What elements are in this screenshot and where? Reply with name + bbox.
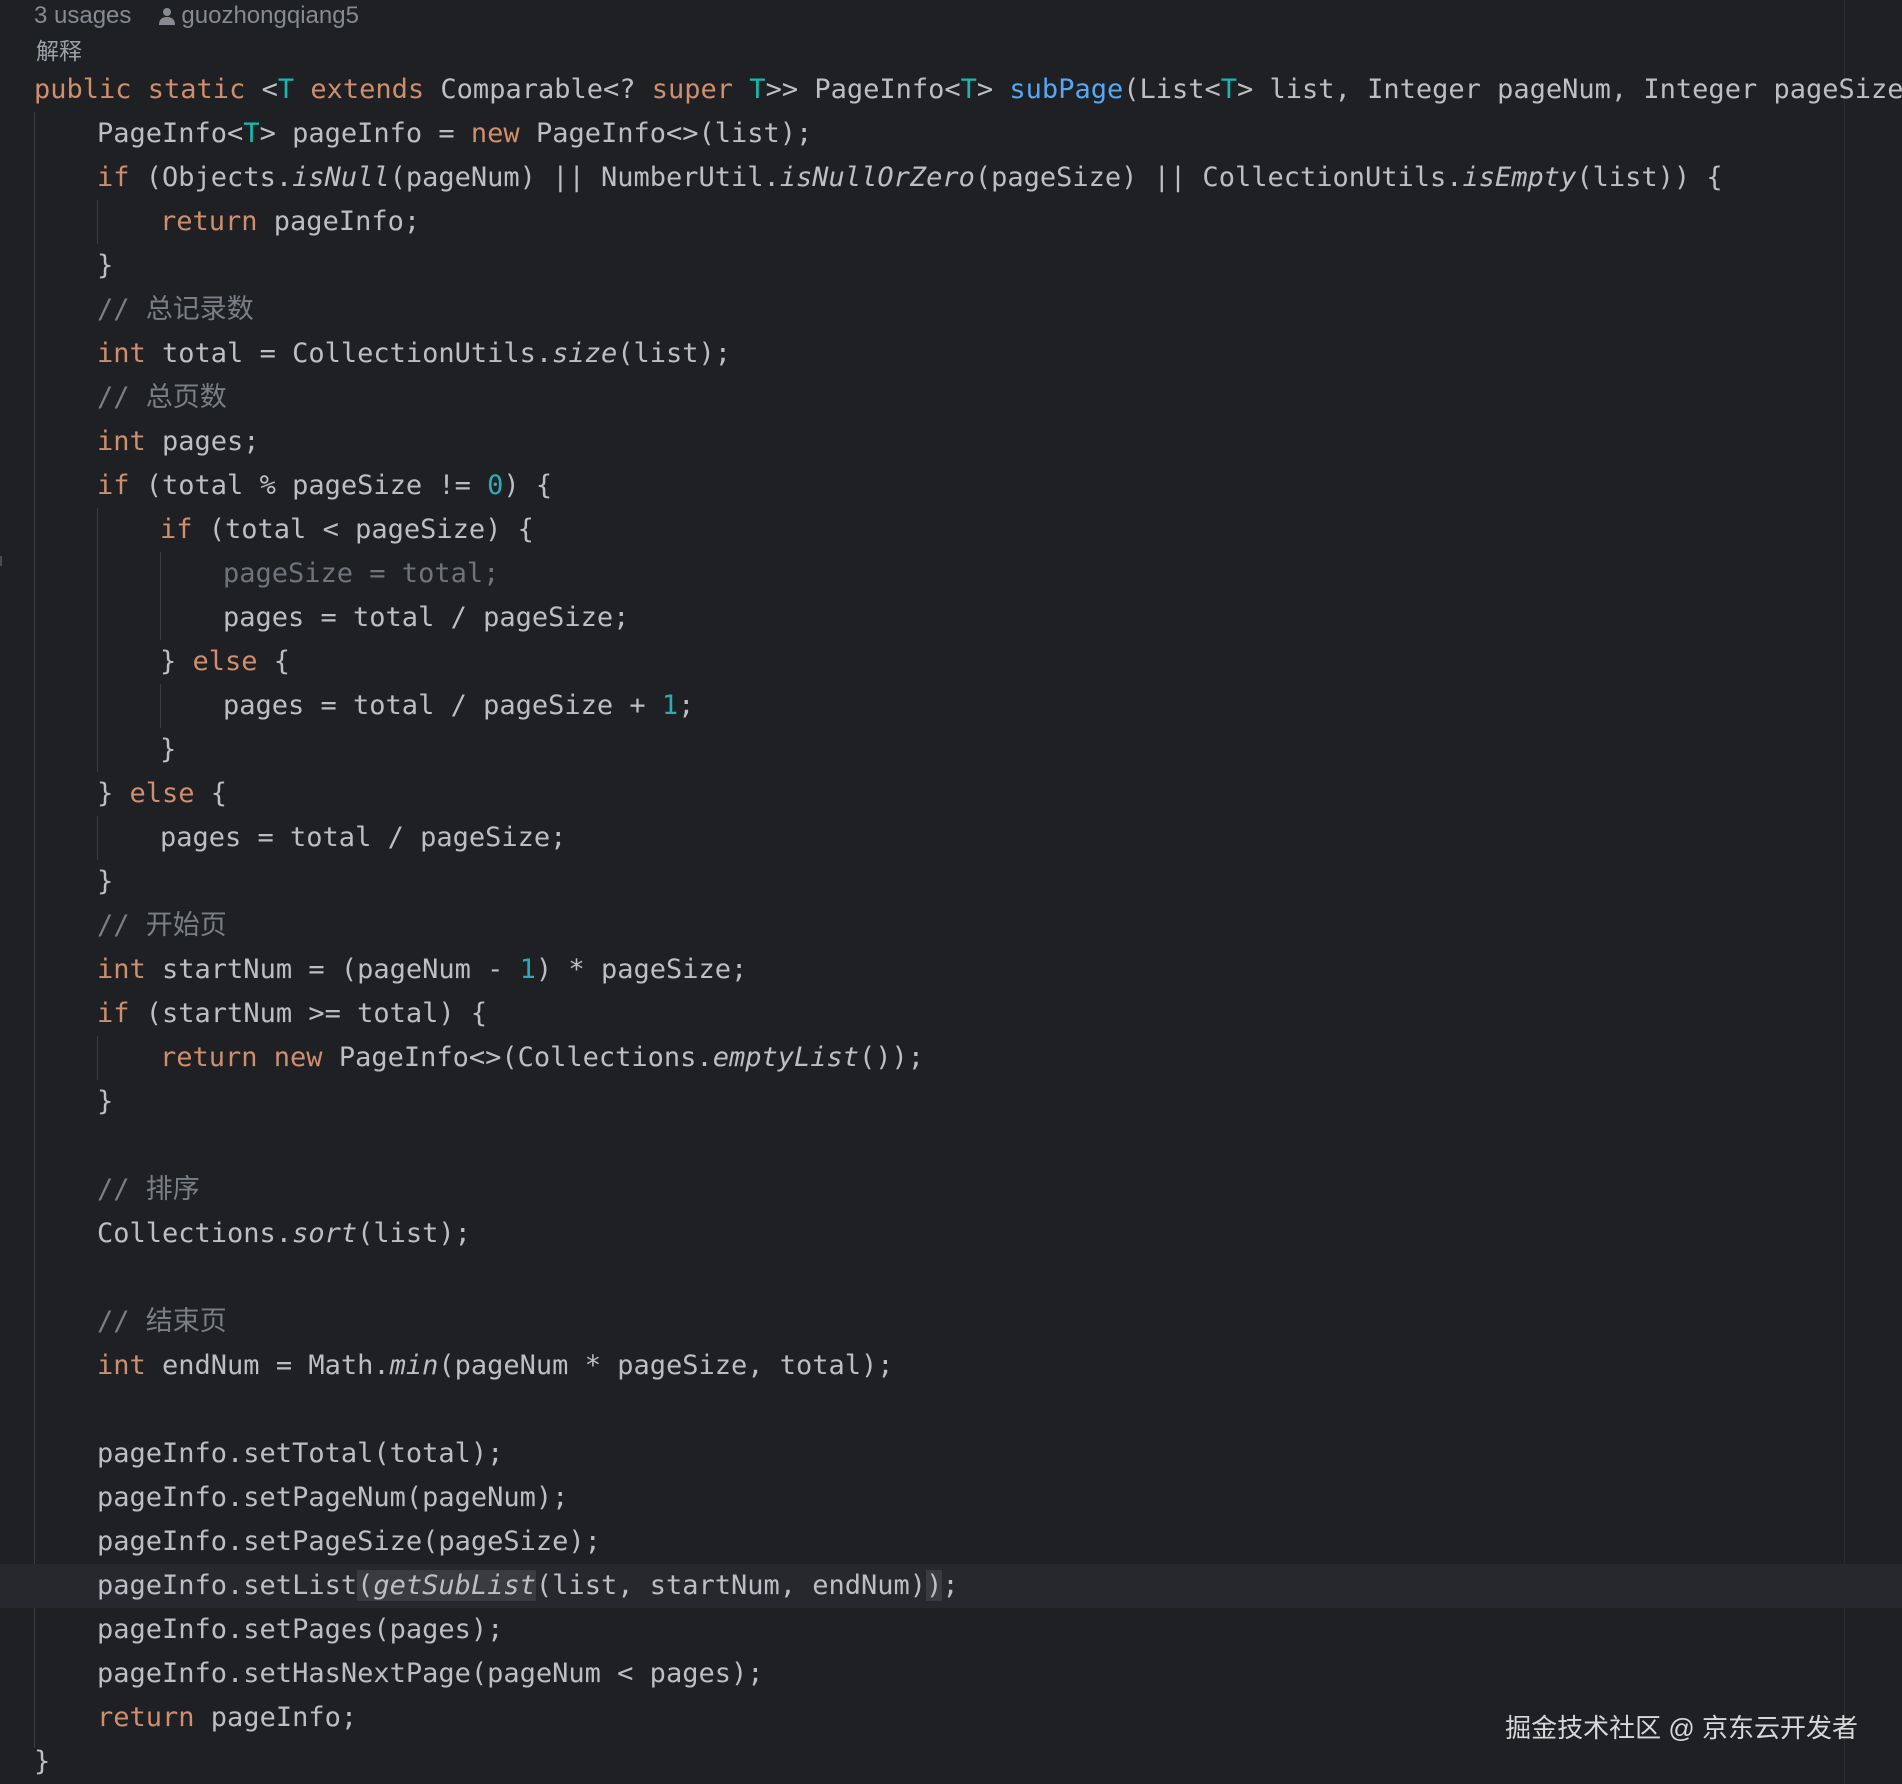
- code-line-unused: pageSize = total;: [223, 558, 500, 589]
- code-line: return pageInfo;: [160, 206, 421, 237]
- explain-link[interactable]: 解释: [36, 32, 82, 66]
- code-line: pages = total / pageSize;: [160, 822, 567, 853]
- code-comment: // 总记录数: [97, 294, 254, 325]
- current-line[interactable]: pageInfo.setList(getSubList(list, startN…: [0, 1564, 1902, 1608]
- inlay-hints: 3 usages guozhongqiang5: [34, 2, 359, 30]
- code-line: int startNum = (pageNum - 1) * pageSize;: [97, 954, 748, 985]
- code-line: } else {: [97, 778, 228, 809]
- code-lines[interactable]: public static <T extends Comparable<? su…: [0, 68, 1902, 1784]
- code-line: return new PageInfo<>(Collections.emptyL…: [160, 1042, 925, 1073]
- watermark: 掘金技术社区 @ 京东云开发者: [1505, 1713, 1858, 1743]
- person-icon: [159, 8, 176, 25]
- code-line: int endNum = Math.min(pageNum * pageSize…: [97, 1350, 894, 1381]
- code-line: }: [97, 250, 114, 281]
- code-line: pages = total / pageSize;: [223, 602, 630, 633]
- code-line: pageInfo.setPageNum(pageNum);: [97, 1482, 569, 1513]
- code-comment: // 总页数: [97, 382, 227, 413]
- code-line: pageInfo.setPageSize(pageSize);: [97, 1526, 601, 1557]
- code-line: if (total % pageSize != 0) {: [97, 470, 553, 501]
- gutter-marker: [0, 556, 2, 566]
- author-hint[interactable]: guozhongqiang5: [181, 2, 359, 30]
- code-comment: // 开始页: [97, 910, 227, 941]
- code-line: public static <T extends Comparable<? su…: [34, 74, 1902, 105]
- code-line: int total = CollectionUtils.size(list);: [97, 338, 731, 369]
- code-editor[interactable]: 3 usages guozhongqiang5 解释 public static…: [0, 0, 1902, 1784]
- code-line: } else {: [160, 646, 291, 677]
- method-name[interactable]: subPage: [1009, 74, 1123, 105]
- code-line: pages = total / pageSize + 1;: [223, 690, 695, 721]
- code-line: pageInfo.setHasNextPage(pageNum < pages)…: [97, 1658, 764, 1689]
- usages-hint[interactable]: 3 usages: [34, 2, 131, 30]
- code-line: if (startNum >= total) {: [97, 998, 488, 1029]
- code-line: int pages;: [97, 426, 260, 457]
- code-line: }: [97, 1086, 114, 1117]
- code-line: }: [97, 866, 114, 897]
- code-line: }: [34, 1746, 51, 1777]
- code-line: pageInfo.setTotal(total);: [97, 1438, 504, 1469]
- code-line: if (total < pageSize) {: [160, 514, 534, 545]
- code-line: Collections.sort(list);: [97, 1218, 471, 1249]
- code-line: if (Objects.isNull(pageNum) || NumberUti…: [97, 162, 1723, 193]
- code-comment: // 结束页: [97, 1306, 227, 1337]
- code-comment: // 排序: [97, 1174, 200, 1205]
- code-line: }: [160, 734, 177, 765]
- code-line: pageInfo.setPages(pages);: [97, 1614, 504, 1645]
- code-line: PageInfo<T> pageInfo = new PageInfo<>(li…: [97, 118, 813, 149]
